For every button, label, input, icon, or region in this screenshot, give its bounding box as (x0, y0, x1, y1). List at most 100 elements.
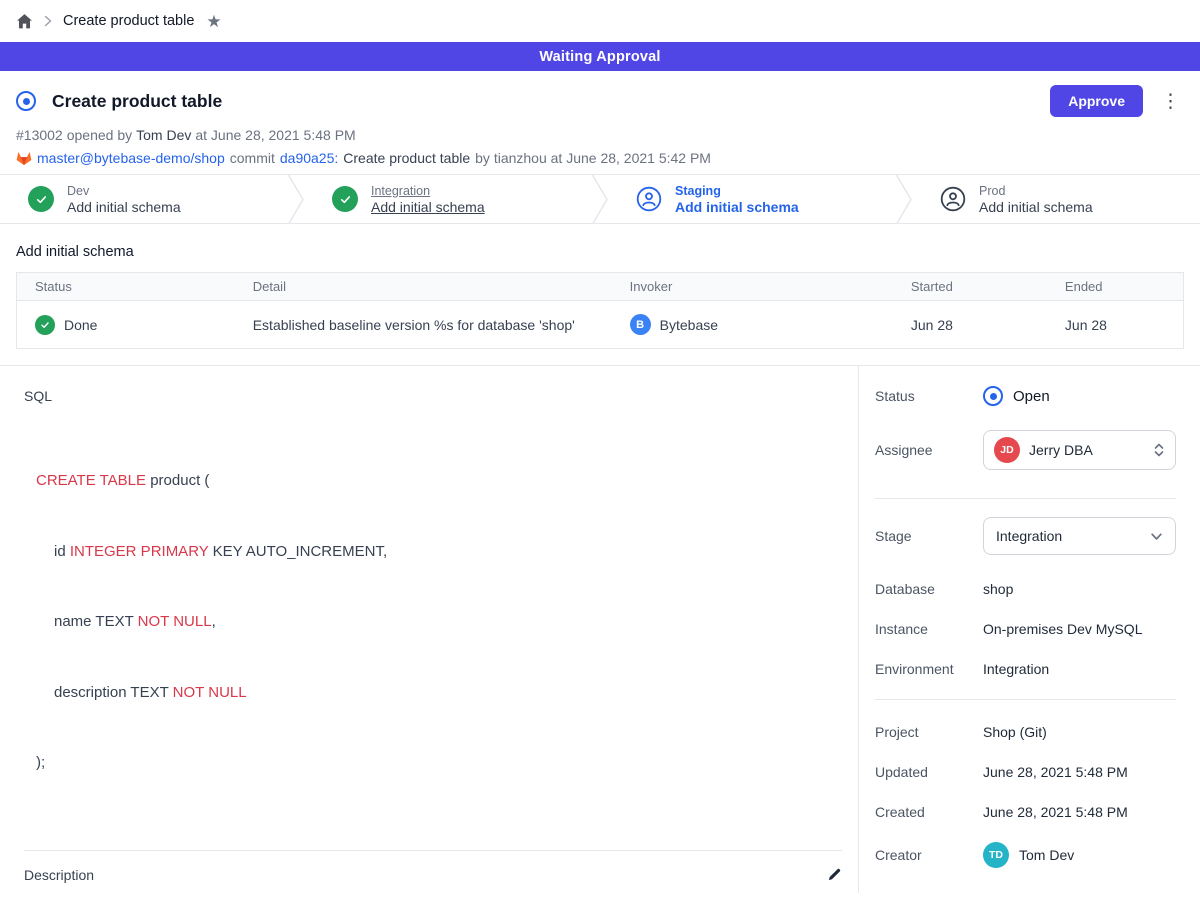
stage-staging[interactable]: Staging Add initial schema (608, 175, 896, 223)
pipeline-bar: Dev Add initial schema Integration Add i… (0, 174, 1200, 224)
task-ended: Jun 28 (1047, 301, 1184, 349)
sql-token: ); (36, 754, 45, 771)
sql-code-block: CREATE TABLE product ( id INTEGER PRIMAR… (36, 422, 842, 822)
creator-value: Tom Dev (1019, 847, 1074, 863)
issue-open-icon (16, 91, 36, 111)
sql-token: id (54, 543, 70, 560)
issue-header: Create product table Approve ⋮ #13002 op… (0, 71, 1200, 174)
issue-meta: #13002 opened by Tom Dev at June 28, 202… (16, 127, 1184, 143)
divider (875, 498, 1176, 499)
breadcrumb-current: Create product table (63, 13, 194, 29)
status-value: Open (1013, 388, 1050, 405)
sql-token: product ( (146, 472, 209, 489)
sql-token: KEY AUTO_INCREMENT, (208, 543, 387, 560)
col-invoker: Invoker (612, 273, 893, 301)
star-icon[interactable]: ★ (206, 13, 221, 30)
sql-token: NOT NULL (138, 613, 212, 630)
environment-label: Environment (875, 661, 983, 677)
main-panel: SQL CREATE TABLE product ( id INTEGER PR… (0, 366, 858, 893)
stage-pending-approval-icon (636, 186, 662, 212)
stage-task-label: Add initial schema (371, 199, 485, 215)
opened-by-text: opened by (67, 127, 132, 143)
stage-dev[interactable]: Dev Add initial schema (0, 175, 288, 223)
task-started: Jun 28 (893, 301, 1047, 349)
created-label: Created (875, 804, 983, 820)
stage-env-label: Prod (979, 184, 1093, 198)
assignee-avatar: JD (994, 437, 1020, 463)
stage-pending-icon (940, 186, 966, 212)
sql-token: name TEXT (54, 613, 138, 630)
divider (875, 699, 1176, 700)
commit-word: commit (230, 150, 275, 166)
creator-avatar: TD (983, 842, 1009, 868)
updated-value: June 28, 2021 5:48 PM (983, 764, 1128, 780)
issue-id: #13002 (16, 127, 63, 143)
task-invoker: Bytebase (660, 317, 718, 333)
stage-done-icon (28, 186, 54, 212)
created-value: June 28, 2021 5:48 PM (983, 804, 1128, 820)
branch-repo-link[interactable]: master@bytebase-demo/shop (37, 150, 225, 166)
description-label: Description (24, 867, 94, 883)
gitlab-icon (16, 151, 32, 166)
chevron-down-icon (1150, 530, 1163, 543)
approve-button[interactable]: Approve (1050, 85, 1143, 117)
task-detail: Established baseline version %s for data… (235, 301, 612, 349)
task-status: Done (64, 317, 97, 333)
opened-at-text: at June 28, 2021 5:48 PM (195, 127, 355, 143)
assignee-select[interactable]: JD Jerry DBA (983, 430, 1176, 470)
done-check-icon (35, 315, 55, 335)
commit-message: Create product table (343, 150, 470, 166)
task-table: Status Detail Invoker Started Ended Done… (16, 272, 1184, 349)
instance-value[interactable]: On-premises Dev MySQL (983, 621, 1142, 637)
sidebar: Status Open Assignee JD Jerry DBA Stage … (858, 366, 1200, 893)
commit-hash-link[interactable]: da90a25: (280, 150, 338, 166)
assignee-label: Assignee (875, 442, 983, 458)
sql-label: SQL (24, 388, 842, 404)
stage-select[interactable]: Integration (983, 517, 1176, 555)
status-open-icon (983, 386, 1003, 406)
updated-label: Updated (875, 764, 983, 780)
stage-env-label: Integration (371, 184, 485, 198)
home-icon[interactable] (16, 13, 33, 30)
environment-value[interactable]: Integration (983, 661, 1049, 677)
commit-byline: by tianzhou at June 28, 2021 5:42 PM (475, 150, 711, 166)
stage-done-icon (332, 186, 358, 212)
stage-separator-icon (896, 175, 912, 223)
sql-token: description TEXT (54, 684, 173, 701)
sql-token: , (212, 613, 216, 630)
sql-token: INTEGER PRIMARY (70, 543, 209, 560)
status-banner: Waiting Approval (0, 42, 1200, 71)
col-ended: Ended (1047, 273, 1184, 301)
stage-env-label: Staging (675, 184, 799, 198)
kebab-menu-icon[interactable]: ⋮ (1157, 92, 1184, 111)
database-label: Database (875, 581, 983, 597)
commit-line: master@bytebase-demo/shop commit da90a25… (16, 150, 1184, 166)
breadcrumb: Create product table ★ (0, 0, 1200, 42)
status-banner-text: Waiting Approval (539, 49, 660, 65)
sql-token: CREATE TABLE (36, 472, 146, 489)
lower-split: SQL CREATE TABLE product ( id INTEGER PR… (0, 365, 1200, 893)
col-status: Status (17, 273, 235, 301)
instance-label: Instance (875, 621, 983, 637)
stage-integration[interactable]: Integration Add initial schema (304, 175, 592, 223)
project-value[interactable]: Shop (Git) (983, 724, 1047, 740)
database-value[interactable]: shop (983, 581, 1013, 597)
task-heading: Add initial schema (16, 244, 1184, 260)
assignee-value: Jerry DBA (1029, 442, 1144, 458)
stage-task-label: Add initial schema (67, 199, 181, 215)
stage-task-label: Add initial schema (675, 199, 799, 215)
stage-value: Integration (996, 528, 1141, 544)
bytebase-avatar: B (630, 314, 651, 335)
edit-pencil-icon[interactable] (827, 867, 842, 882)
col-started: Started (893, 273, 1047, 301)
stage-prod[interactable]: Prod Add initial schema (912, 175, 1200, 223)
stage-env-label: Dev (67, 184, 181, 198)
task-section: Add initial schema Status Detail Invoker… (0, 224, 1200, 365)
sql-token: NOT NULL (173, 684, 247, 701)
breadcrumb-chevron-icon (43, 14, 53, 28)
table-row[interactable]: Done Established baseline version %s for… (17, 301, 1184, 349)
divider (24, 850, 842, 851)
updown-chevron-icon (1153, 442, 1165, 458)
stage-task-label: Add initial schema (979, 199, 1093, 215)
stage-separator-icon (592, 175, 608, 223)
